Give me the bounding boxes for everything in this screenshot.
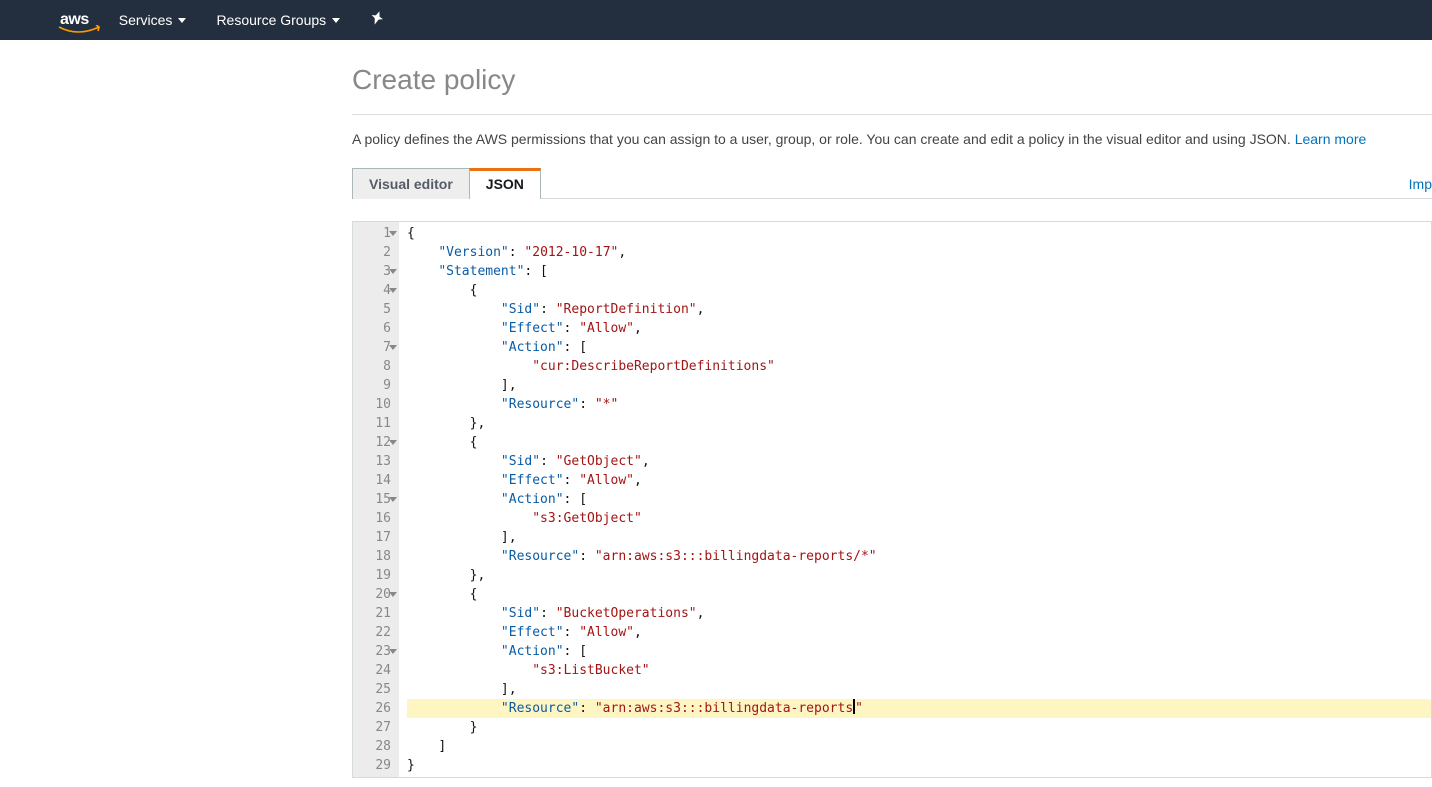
line-number: 1 <box>363 224 391 243</box>
line-number: 20 <box>363 585 391 604</box>
learn-more-link[interactable]: Learn more <box>1295 131 1367 147</box>
line-number: 18 <box>363 547 391 566</box>
tab-row: Visual editor JSON Imp <box>352 167 1432 199</box>
line-number: 10 <box>363 395 391 414</box>
code-line[interactable]: ], <box>407 680 1431 699</box>
code-line[interactable]: "Action": [ <box>407 490 1431 509</box>
description-text: A policy defines the AWS permissions tha… <box>352 131 1295 147</box>
divider <box>352 114 1432 115</box>
nav-resource-groups[interactable]: Resource Groups <box>216 12 340 28</box>
line-number: 28 <box>363 737 391 756</box>
code-line[interactable]: } <box>407 718 1431 737</box>
line-number: 24 <box>363 661 391 680</box>
line-number: 22 <box>363 623 391 642</box>
main-content: Create policy A policy defines the AWS p… <box>0 40 1432 778</box>
line-number: 2 <box>363 243 391 262</box>
line-number: 7 <box>363 338 391 357</box>
code-line[interactable]: "Resource": "arn:aws:s3:::billingdata-re… <box>407 699 1431 718</box>
line-number: 21 <box>363 604 391 623</box>
code-line[interactable]: "Resource": "arn:aws:s3:::billingdata-re… <box>407 547 1431 566</box>
code-line[interactable]: "Sid": "GetObject", <box>407 452 1431 471</box>
line-number: 3 <box>363 262 391 281</box>
code-line[interactable]: "cur:DescribeReportDefinitions" <box>407 357 1431 376</box>
code-line[interactable]: "Effect": "Allow", <box>407 623 1431 642</box>
code-line[interactable]: "s3:ListBucket" <box>407 661 1431 680</box>
editor-code[interactable]: { "Version": "2012-10-17", "Statement": … <box>399 222 1431 777</box>
line-number: 19 <box>363 566 391 585</box>
code-line[interactable]: ], <box>407 528 1431 547</box>
line-number: 17 <box>363 528 391 547</box>
line-number: 27 <box>363 718 391 737</box>
line-number: 12 <box>363 433 391 452</box>
code-line[interactable]: "Action": [ <box>407 642 1431 661</box>
line-number: 11 <box>363 414 391 433</box>
code-line[interactable]: "Action": [ <box>407 338 1431 357</box>
chevron-down-icon <box>332 18 340 23</box>
code-line[interactable]: "Resource": "*" <box>407 395 1431 414</box>
page-title: Create policy <box>352 64 1432 96</box>
line-number: 6 <box>363 319 391 338</box>
line-number: 13 <box>363 452 391 471</box>
code-line[interactable]: } <box>407 756 1431 775</box>
line-number: 25 <box>363 680 391 699</box>
code-line[interactable]: }, <box>407 414 1431 433</box>
page-description: A policy defines the AWS permissions tha… <box>352 131 1432 147</box>
json-editor[interactable]: 1234567891011121314151617181920212223242… <box>352 221 1432 778</box>
code-line[interactable]: }, <box>407 566 1431 585</box>
aws-swoosh-icon <box>58 25 100 35</box>
aws-logo[interactable]: aws <box>60 11 89 29</box>
line-number: 9 <box>363 376 391 395</box>
tab-json[interactable]: JSON <box>469 168 541 199</box>
line-number: 8 <box>363 357 391 376</box>
code-line[interactable]: "s3:GetObject" <box>407 509 1431 528</box>
line-number: 15 <box>363 490 391 509</box>
code-line[interactable]: "Effect": "Allow", <box>407 319 1431 338</box>
code-line[interactable]: "Effect": "Allow", <box>407 471 1431 490</box>
editor-gutter: 1234567891011121314151617181920212223242… <box>353 222 399 777</box>
code-line[interactable]: { <box>407 281 1431 300</box>
code-line[interactable]: "Version": "2012-10-17", <box>407 243 1431 262</box>
code-line[interactable]: "Sid": "BucketOperations", <box>407 604 1431 623</box>
line-number: 16 <box>363 509 391 528</box>
code-line[interactable]: ], <box>407 376 1431 395</box>
nav-resource-groups-label: Resource Groups <box>216 12 326 28</box>
line-number: 4 <box>363 281 391 300</box>
code-line[interactable]: { <box>407 224 1431 243</box>
tabs: Visual editor JSON <box>352 167 541 198</box>
code-line[interactable]: { <box>407 585 1431 604</box>
code-line[interactable]: ] <box>407 737 1431 756</box>
code-line[interactable]: { <box>407 433 1431 452</box>
nav-services-label: Services <box>119 12 173 28</box>
line-number: 14 <box>363 471 391 490</box>
chevron-down-icon <box>178 18 186 23</box>
pin-icon[interactable] <box>370 11 384 29</box>
line-number: 29 <box>363 756 391 775</box>
line-number: 26 <box>363 699 391 718</box>
code-line[interactable]: "Sid": "ReportDefinition", <box>407 300 1431 319</box>
line-number: 23 <box>363 642 391 661</box>
tab-visual-editor[interactable]: Visual editor <box>352 168 470 199</box>
top-nav: aws Services Resource Groups <box>0 0 1432 40</box>
import-link[interactable]: Imp <box>1409 176 1432 192</box>
nav-services[interactable]: Services <box>119 12 187 28</box>
code-line[interactable]: "Statement": [ <box>407 262 1431 281</box>
line-number: 5 <box>363 300 391 319</box>
